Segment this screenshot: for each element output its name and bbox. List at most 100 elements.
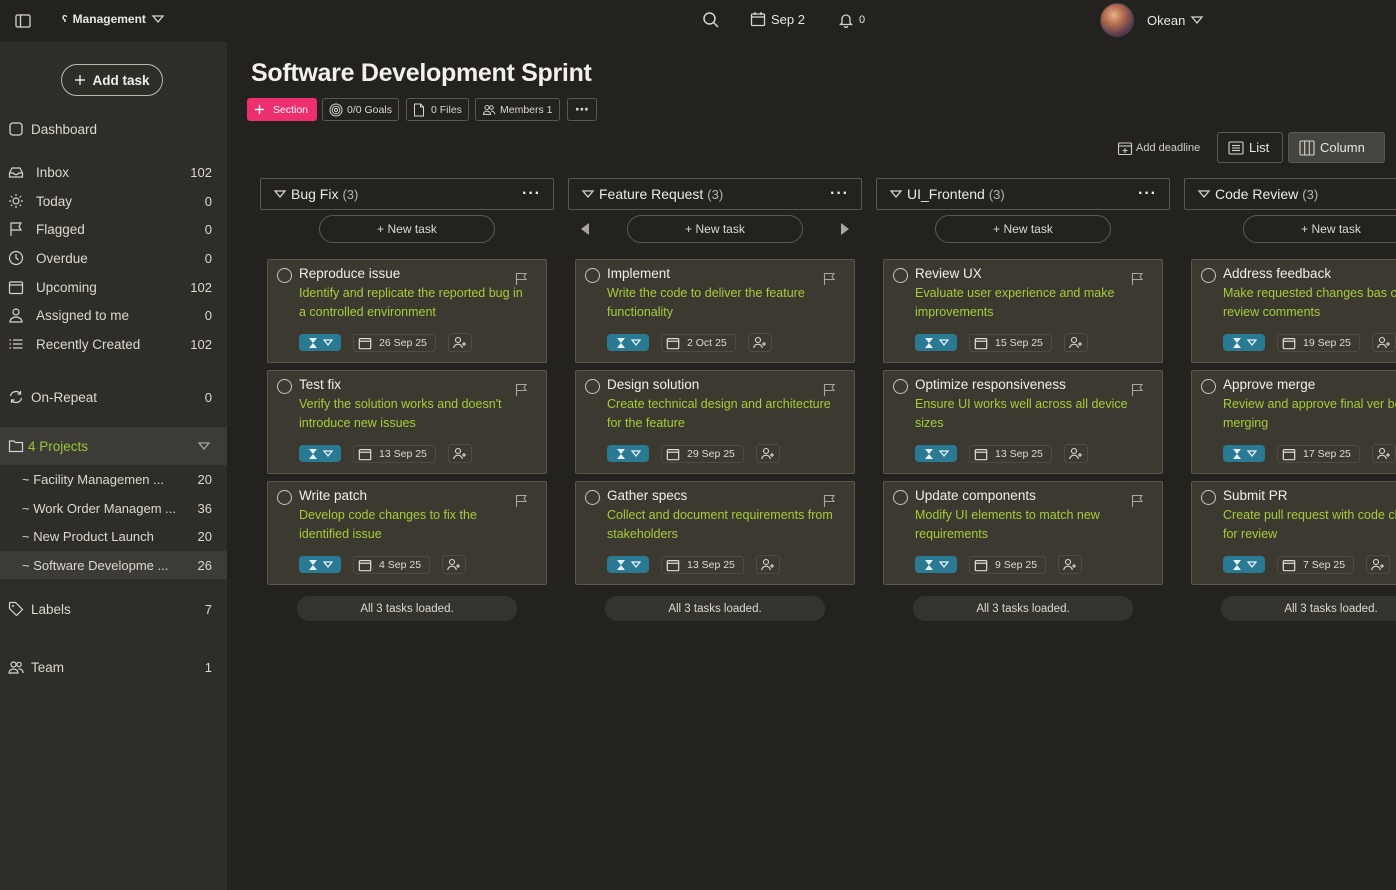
due-date-button[interactable]: 9 Sep 25 <box>969 555 1047 574</box>
due-date-button[interactable]: 19 Sep 25 <box>1277 333 1360 352</box>
assign-user-button[interactable] <box>755 444 780 463</box>
flag-button[interactable] <box>822 383 836 397</box>
list-view-button[interactable]: List <box>1217 132 1283 163</box>
task-card[interactable]: Optimize responsiveness Ensure UI works w… <box>883 370 1163 474</box>
flag-button[interactable] <box>1130 383 1144 397</box>
due-date-button[interactable]: 26 Sep 25 <box>353 333 436 352</box>
task-card[interactable]: Test fix Verify the solution works and do… <box>267 370 547 474</box>
sidebar-projects-header[interactable]: 4 Projects <box>0 427 227 465</box>
sidebar-project-item[interactable]: ~ Facility Managemen ... 20 <box>0 465 227 493</box>
due-date-button[interactable]: 15 Sep 25 <box>969 333 1052 352</box>
flag-button[interactable] <box>514 272 528 286</box>
add-task-button[interactable]: Add task <box>61 64 163 96</box>
user-menu[interactable]: Okean <box>1100 3 1204 37</box>
assign-user-button[interactable] <box>1063 333 1088 352</box>
sidebar-project-item[interactable]: ~ New Product Launch 20 <box>0 522 227 550</box>
sidebar-item-on-repeat[interactable]: On-Repeat 0 <box>0 383 227 411</box>
sidebar-item-overdue[interactable]: Overdue 0 <box>0 244 227 272</box>
priority-selector[interactable] <box>915 445 957 462</box>
flag-button[interactable] <box>822 494 836 508</box>
sidebar-project-item-active[interactable]: ~ Software Developme ... 26 <box>0 551 227 579</box>
assign-user-button[interactable] <box>442 555 467 574</box>
goals-button[interactable]: 0/0 Goals <box>322 98 399 121</box>
due-date-button[interactable]: 13 Sep 25 <box>969 444 1052 463</box>
new-task-button[interactable]: + New task <box>1243 215 1396 243</box>
task-complete-checkbox[interactable] <box>1201 379 1216 394</box>
task-card[interactable]: Implement Write the code to deliver the f… <box>575 259 855 363</box>
task-complete-checkbox[interactable] <box>893 379 908 394</box>
task-complete-checkbox[interactable] <box>893 490 908 505</box>
sidebar-item-upcoming[interactable]: Upcoming 102 <box>0 273 227 301</box>
column-more-button[interactable]: ··· <box>522 185 541 203</box>
priority-selector[interactable] <box>915 334 957 351</box>
task-card[interactable]: Write patch Develop code changes to fix t… <box>267 481 547 585</box>
sidebar-item-inbox[interactable]: Inbox 102 <box>0 158 227 186</box>
task-complete-checkbox[interactable] <box>277 490 292 505</box>
task-complete-checkbox[interactable] <box>1201 490 1216 505</box>
column-view-button[interactable]: Column <box>1288 132 1385 163</box>
priority-selector[interactable] <box>299 334 341 351</box>
task-complete-checkbox[interactable] <box>893 268 908 283</box>
column-header[interactable]: Bug Fix (3) ··· <box>260 178 554 210</box>
task-card[interactable]: Approve merge Review and approve final ve… <box>1191 370 1396 474</box>
priority-selector[interactable] <box>915 556 957 573</box>
priority-selector[interactable] <box>1223 556 1265 573</box>
priority-selector[interactable] <box>1223 445 1265 462</box>
add-section-button[interactable]: Section <box>247 98 317 121</box>
sidebar-item-assigned[interactable]: Assigned to me 0 <box>0 301 227 329</box>
task-card[interactable]: Address feedback Make requested changes b… <box>1191 259 1396 363</box>
task-card[interactable]: Update components Modify UI elements to m… <box>883 481 1163 585</box>
sidebar-item-labels[interactable]: Labels 7 <box>0 595 227 623</box>
sidebar-item-team[interactable]: Team 1 <box>0 653 227 681</box>
assign-user-button[interactable] <box>1371 333 1396 352</box>
priority-selector[interactable] <box>299 445 341 462</box>
task-card[interactable]: Reproduce issue Identify and replicate th… <box>267 259 547 363</box>
task-card[interactable]: Review UX Evaluate user experience and ma… <box>883 259 1163 363</box>
files-button[interactable]: 0 Files <box>406 98 469 121</box>
task-complete-checkbox[interactable] <box>277 268 292 283</box>
due-date-button[interactable]: 13 Sep 25 <box>661 555 744 574</box>
sidebar-item-dashboard[interactable]: Dashboard <box>0 115 227 143</box>
column-header[interactable]: Code Review(3)··· <box>1184 178 1396 210</box>
task-complete-checkbox[interactable] <box>277 379 292 394</box>
date-button[interactable]: Sep 2 <box>750 11 805 27</box>
new-task-button[interactable]: + New task <box>319 215 495 243</box>
task-complete-checkbox[interactable] <box>585 490 600 505</box>
priority-selector[interactable] <box>607 445 649 462</box>
priority-selector[interactable] <box>299 556 341 573</box>
assign-user-button[interactable] <box>1366 555 1391 574</box>
task-complete-checkbox[interactable] <box>585 379 600 394</box>
flag-button[interactable] <box>514 494 528 508</box>
due-date-button[interactable]: 4 Sep 25 <box>353 555 431 574</box>
task-card[interactable]: Design solution Create technical design a… <box>575 370 855 474</box>
notifications-button[interactable]: 0 <box>838 12 865 28</box>
column-more-button[interactable]: ··· <box>1138 185 1157 203</box>
assign-user-button[interactable] <box>1371 444 1396 463</box>
sidebar-item-recently-created[interactable]: Recently Created 102 <box>0 330 227 358</box>
flag-button[interactable] <box>514 383 528 397</box>
priority-selector[interactable] <box>1223 334 1265 351</box>
priority-selector[interactable] <box>607 556 649 573</box>
assign-user-button[interactable] <box>447 333 472 352</box>
sidebar-toggle-button[interactable] <box>15 13 31 29</box>
more-options-button[interactable]: ⋯ <box>567 98 597 121</box>
due-date-button[interactable]: 7 Sep 25 <box>1277 555 1355 574</box>
task-complete-checkbox[interactable] <box>585 268 600 283</box>
sidebar-project-item[interactable]: ~ Work Order Managem ... 36 <box>0 494 227 522</box>
assign-user-button[interactable] <box>747 333 772 352</box>
flag-button[interactable] <box>1130 494 1144 508</box>
column-header[interactable]: UI_Frontend (3) ··· <box>876 178 1170 210</box>
new-task-button[interactable]: + New task <box>935 215 1111 243</box>
sidebar-item-today[interactable]: Today 0 <box>0 187 227 215</box>
task-card[interactable]: Gather specs Collect and document require… <box>575 481 855 585</box>
scroll-right-arrow[interactable] <box>841 223 849 235</box>
scroll-left-arrow[interactable] <box>581 223 589 235</box>
priority-selector[interactable] <box>607 334 649 351</box>
workspace-selector[interactable]: ʕ Management <box>62 12 165 26</box>
assign-user-button[interactable] <box>447 444 472 463</box>
due-date-button[interactable]: 17 Sep 25 <box>1277 444 1360 463</box>
due-date-button[interactable]: 29 Sep 25 <box>661 444 744 463</box>
flag-button[interactable] <box>822 272 836 286</box>
search-button[interactable] <box>702 11 720 29</box>
assign-user-button[interactable] <box>1063 444 1088 463</box>
